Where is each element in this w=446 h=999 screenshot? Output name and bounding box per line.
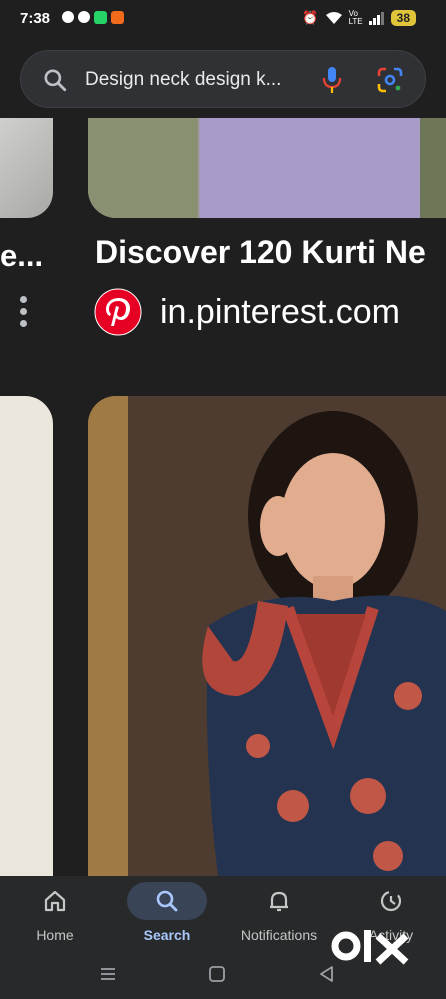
google-lens-icon[interactable]: [377, 67, 403, 93]
status-bar: 7:38 ⏰ Vo LTE 38: [0, 0, 446, 40]
app-icon: [111, 11, 124, 24]
signal-icon: [368, 12, 384, 25]
left-result-title[interactable]: e...: [0, 238, 43, 274]
nav-notifications[interactable]: Notifications: [229, 876, 329, 952]
olx-watermark-logo: [331, 930, 409, 965]
alarm-icon: ⏰: [302, 10, 319, 25]
search-input[interactable]: Design neck design k...: [85, 69, 281, 91]
status-time: 7:38: [20, 10, 51, 27]
status-right-icons: ⏰ Vo LTE 38: [302, 10, 416, 26]
c-icon: [78, 11, 90, 23]
home-icon: [44, 890, 66, 912]
kurti-image-graphic: [88, 118, 446, 218]
search-bar[interactable]: Design neck design k...: [20, 50, 426, 108]
battery-icon: 38: [390, 10, 416, 26]
nav-home[interactable]: Home: [5, 876, 105, 952]
search-icon[interactable]: [42, 67, 68, 93]
wifi-icon: [325, 12, 342, 24]
pinterest-logo-icon: [94, 288, 142, 336]
nav-notifications-label: Notifications: [240, 927, 318, 943]
volte-icon: Vo LTE: [348, 9, 363, 26]
home-button-icon[interactable]: [207, 964, 227, 984]
nav-search[interactable]: Search: [117, 876, 217, 952]
model-photo-graphic: [88, 396, 446, 876]
result-image-left-bottom[interactable]: [0, 396, 53, 876]
result-image-left[interactable]: [0, 118, 53, 218]
snapchat-icon: [62, 11, 74, 23]
recents-icon[interactable]: [98, 964, 118, 984]
nav-home-label: Home: [36, 927, 74, 943]
activity-icon: [380, 890, 402, 912]
nav-search-label: Search: [143, 927, 191, 943]
more-options-icon[interactable]: [17, 296, 29, 334]
mic-icon[interactable]: [321, 66, 343, 94]
result-source[interactable]: in.pinterest.com: [160, 293, 400, 332]
whatsapp-icon: [94, 11, 107, 24]
result-image-kurti-top[interactable]: [88, 118, 446, 218]
search-icon: [156, 890, 178, 912]
result-title[interactable]: Discover 120 Kurti Ne: [95, 234, 426, 271]
bell-icon: [270, 891, 288, 912]
notification-icons: [62, 11, 124, 24]
result-image-kurti-model[interactable]: [88, 396, 446, 876]
